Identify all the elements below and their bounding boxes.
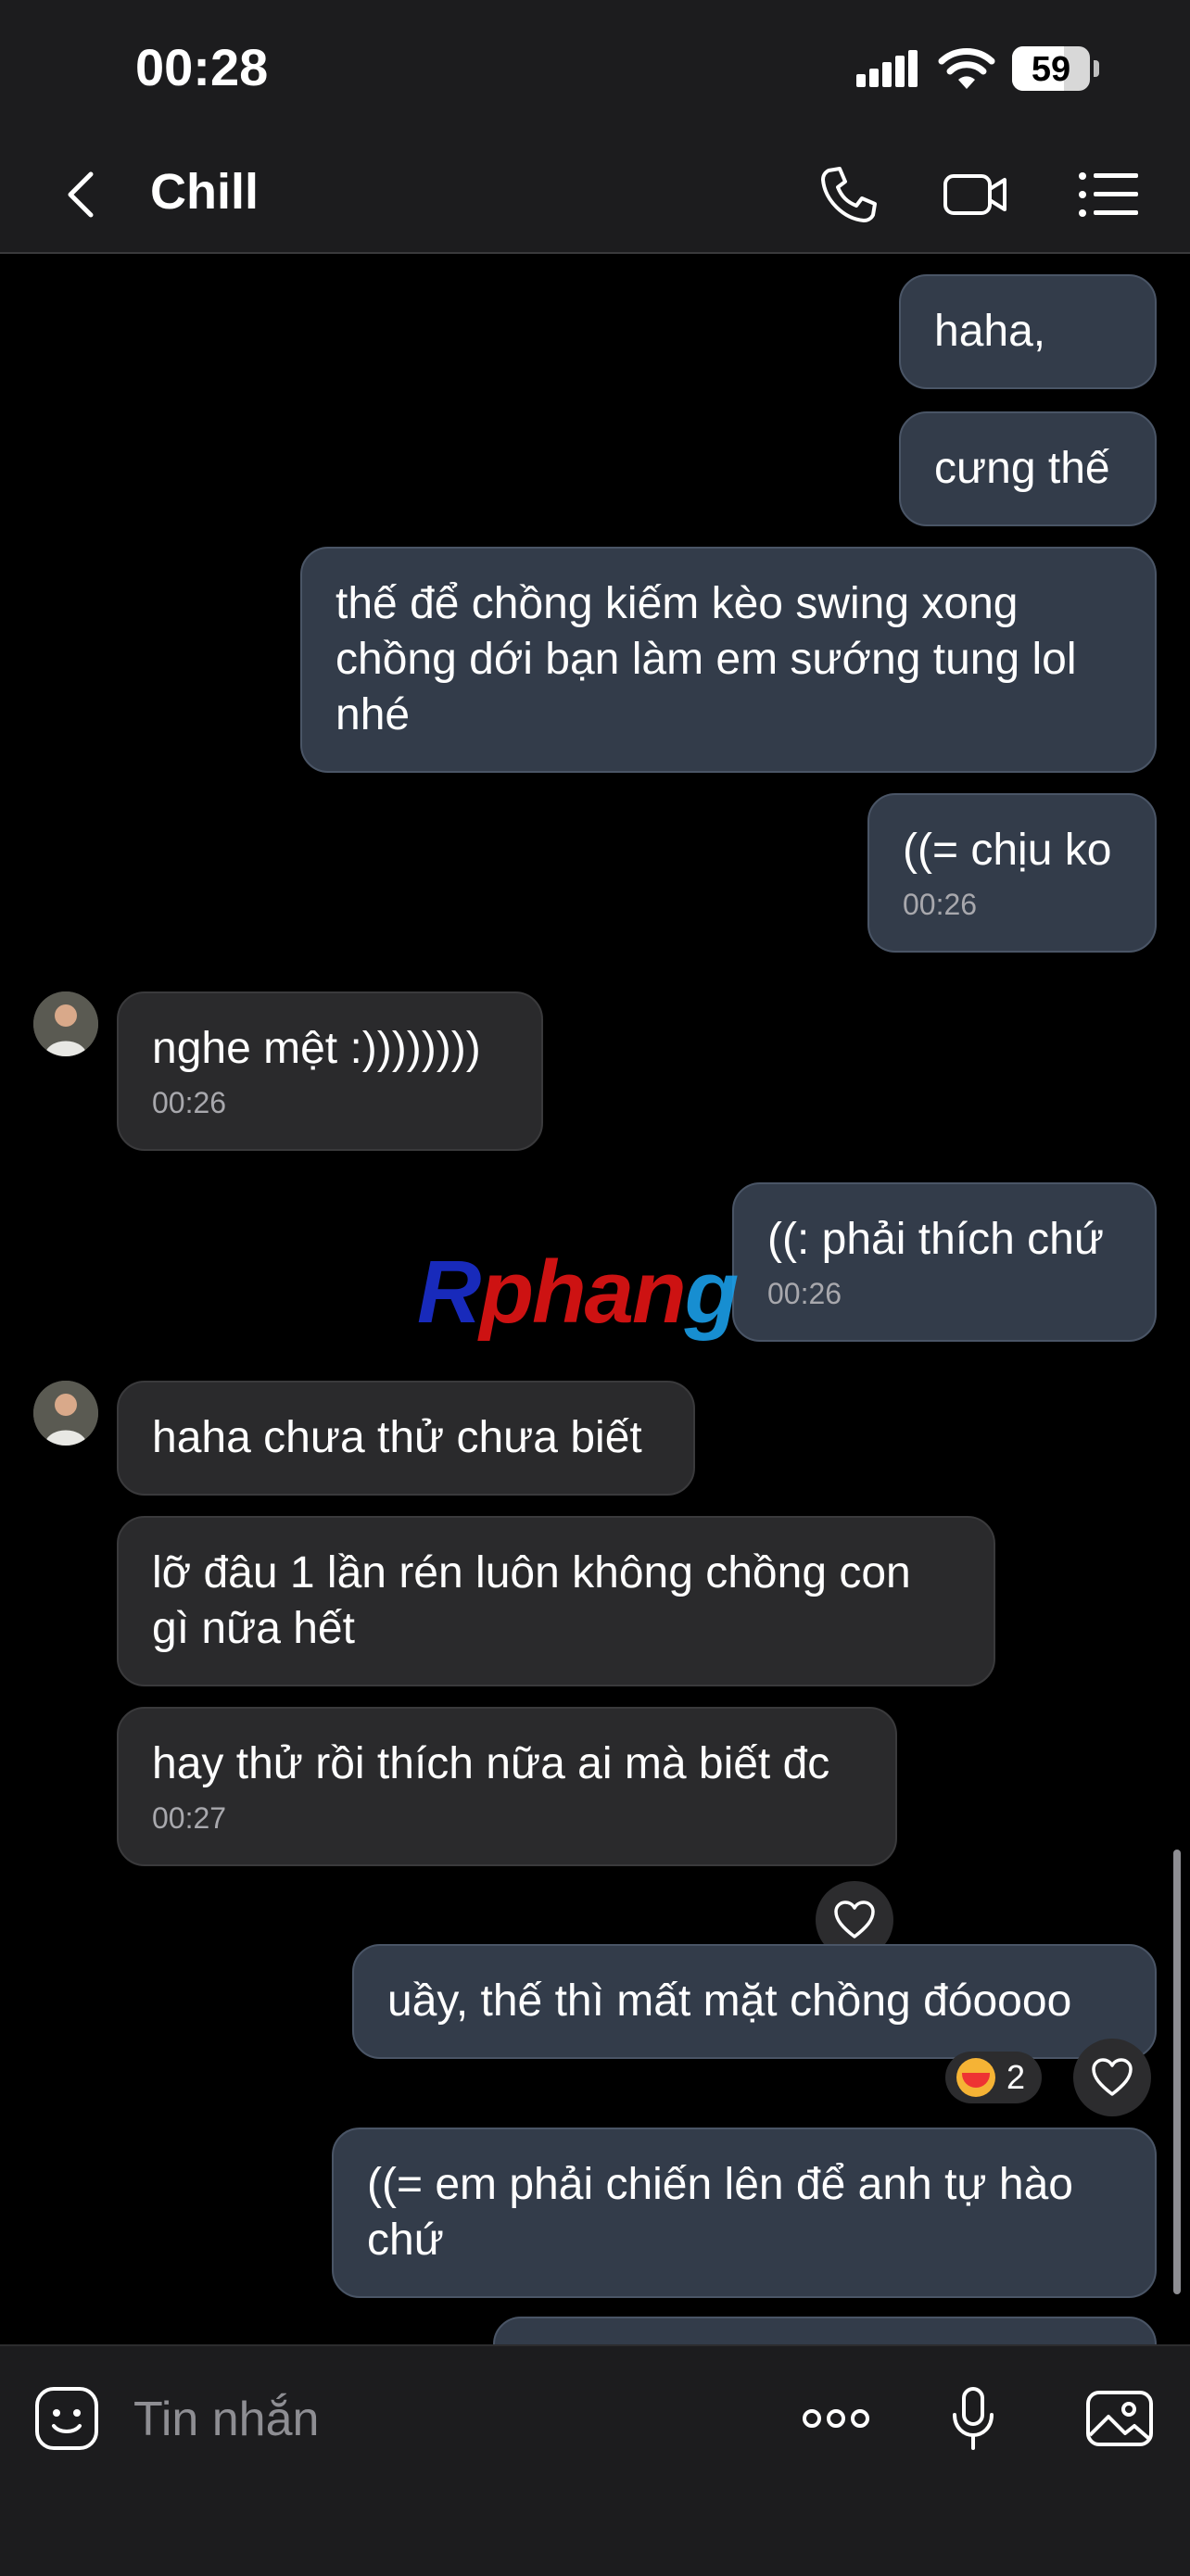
message-bubble[interactable]: nghe mệt :)))))))) 00:26: [117, 991, 543, 1151]
message-time: 00:26: [767, 1277, 842, 1310]
more-icon[interactable]: [801, 2383, 871, 2454]
status-time: 00:28: [135, 38, 269, 96]
message-text: hay thử rồi thích nữa ai mà biết đc: [152, 1739, 830, 1788]
chat-title[interactable]: Chill: [150, 163, 259, 221]
laughing-emoji-icon: [956, 2058, 995, 2097]
sticker-icon[interactable]: [32, 2383, 102, 2454]
back-icon[interactable]: [54, 167, 109, 222]
message-time: 00:27: [152, 1801, 227, 1835]
message-bubble[interactable]: ((: phải thích chứ 00:26: [732, 1182, 1157, 1342]
avatar[interactable]: [33, 1381, 98, 1446]
message-text: nghe mệt :)))))))): [152, 1024, 481, 1073]
message-bubble-partial[interactable]: [493, 2317, 1157, 2344]
battery-level: 59: [1031, 50, 1071, 89]
message-text: cưng thế: [934, 444, 1110, 493]
message-text: ((: phải thích chứ: [767, 1215, 1104, 1264]
message-text: ((= em phải chiến lên để anh tự hào chứ: [367, 2160, 1073, 2265]
message-bubble[interactable]: hay thử rồi thích nữa ai mà biết đc 00:2…: [117, 1707, 897, 1866]
message-text: thế để chồng kiếm kèo swing xong chồng d…: [335, 579, 1077, 739]
status-bar: 00:28 59: [0, 0, 1190, 139]
wifi-icon: [938, 48, 995, 89]
message-time: 00:26: [152, 1086, 227, 1119]
reaction-count: 2: [1006, 2058, 1026, 2096]
avatar[interactable]: [33, 991, 98, 1056]
message-bubble[interactable]: haha,: [899, 274, 1157, 389]
message-bubble[interactable]: uầy, thế thì mất mặt chồng đóoooo: [352, 1944, 1157, 2059]
reaction-badge[interactable]: 2: [945, 2052, 1043, 2103]
message-bubble[interactable]: ((= chịu ko 00:26: [867, 793, 1157, 953]
message-time: 00:26: [903, 888, 978, 921]
heart-icon: [1092, 2058, 1133, 2096]
react-button[interactable]: [1073, 2039, 1151, 2116]
avatar-image: [33, 1381, 98, 1446]
cellular-signal-icon: [856, 50, 918, 87]
message-text: lỡ đâu 1 lần rén luôn không chồng con gì…: [152, 1548, 911, 1653]
message-bubble[interactable]: cưng thế: [899, 411, 1157, 526]
battery-indicator: 59: [1012, 46, 1101, 91]
phone-icon[interactable]: [816, 161, 882, 228]
video-call-icon[interactable]: [942, 161, 1008, 228]
menu-icon[interactable]: [1075, 161, 1142, 228]
avatar-image: [33, 991, 98, 1056]
chat-header: Chill: [0, 139, 1190, 254]
message-composer: [0, 2344, 1190, 2576]
message-bubble[interactable]: thế để chồng kiếm kèo swing xong chồng d…: [300, 547, 1157, 773]
message-text: uầy, thế thì mất mặt chồng đóoooo: [387, 1976, 1072, 2026]
message-text: haha chưa thử chưa biết: [152, 1413, 642, 1462]
message-input[interactable]: [132, 2383, 747, 2456]
scrollbar[interactable]: [1173, 1850, 1181, 2294]
heart-icon: [834, 1900, 875, 1938]
message-bubble[interactable]: ((= em phải chiến lên để anh tự hào chứ: [332, 2128, 1157, 2298]
mic-icon[interactable]: [938, 2383, 1008, 2454]
message-text: haha,: [934, 307, 1046, 356]
message-bubble[interactable]: haha chưa thử chưa biết: [117, 1381, 695, 1496]
message-text: ((= chịu ko: [903, 826, 1112, 875]
image-icon[interactable]: [1084, 2383, 1155, 2454]
watermark-logo: Rphang: [417, 1243, 739, 1342]
message-bubble[interactable]: lỡ đâu 1 lần rén luôn không chồng con gì…: [117, 1516, 995, 1686]
